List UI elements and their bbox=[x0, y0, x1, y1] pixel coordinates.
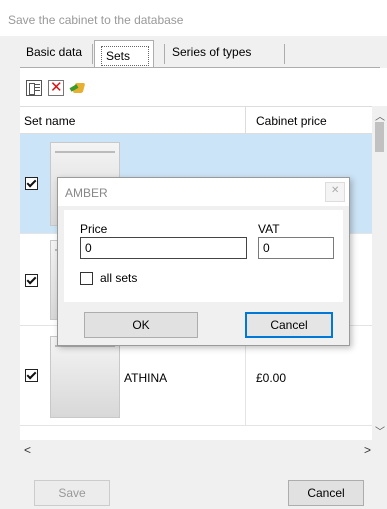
tab-divider bbox=[164, 44, 165, 64]
window-title: Save the cabinet to the database bbox=[8, 13, 184, 27]
dialog-body: Price VAT all sets bbox=[64, 210, 343, 302]
window-titlebar: Save the cabinet to the database bbox=[0, 0, 387, 36]
vat-label: VAT bbox=[258, 222, 280, 236]
scroll-left-icon[interactable]: < bbox=[24, 443, 31, 457]
vertical-scrollbar[interactable]: ︿ ﹀ bbox=[372, 106, 387, 440]
price-dialog: AMBER Price VAT all sets OK Cancel bbox=[57, 177, 350, 346]
all-sets-checkbox[interactable] bbox=[80, 272, 93, 285]
column-divider bbox=[245, 107, 246, 135]
row-checkbox[interactable] bbox=[25, 177, 38, 190]
tab-series-of-types[interactable]: Series of types bbox=[166, 40, 284, 66]
column-header-set-name[interactable]: Set name bbox=[24, 114, 75, 128]
scroll-up-icon[interactable]: ︿ bbox=[375, 108, 385, 123]
tab-divider bbox=[284, 44, 285, 64]
dialog-cancel-button[interactable]: Cancel bbox=[245, 312, 333, 338]
table-row[interactable] bbox=[20, 426, 372, 440]
scroll-down-icon[interactable]: ﹀ bbox=[375, 423, 385, 438]
cabinet-price: £0.00 bbox=[256, 371, 287, 385]
dialog-title: AMBER bbox=[65, 186, 108, 200]
close-icon[interactable] bbox=[325, 182, 345, 202]
all-sets-label[interactable]: all sets bbox=[100, 271, 137, 285]
tab-divider bbox=[92, 44, 93, 64]
delete-icon[interactable] bbox=[48, 78, 64, 96]
select-all-icon[interactable] bbox=[26, 80, 42, 96]
horizontal-scrollbar[interactable]: < > bbox=[20, 440, 387, 460]
column-header-cabinet-price[interactable]: Cabinet price bbox=[256, 114, 327, 128]
price-field[interactable] bbox=[80, 237, 247, 259]
tab-sets-label: Sets bbox=[101, 46, 149, 66]
grid-header: Set name Cabinet price bbox=[20, 106, 372, 135]
row-checkbox[interactable] bbox=[25, 369, 38, 382]
vat-field[interactable] bbox=[258, 237, 334, 259]
tab-strip: Basic data Sets Series of types bbox=[0, 36, 387, 68]
row-checkbox[interactable] bbox=[25, 274, 38, 287]
price-label: Price bbox=[80, 222, 108, 236]
scrollbar-thumb[interactable] bbox=[375, 122, 384, 152]
scroll-right-icon[interactable]: > bbox=[364, 443, 371, 457]
tab-basic-data[interactable]: Basic data bbox=[20, 40, 92, 66]
cabinet-thumbnail bbox=[50, 336, 120, 418]
dialog-titlebar: AMBER bbox=[58, 178, 349, 206]
refresh-icon[interactable] bbox=[70, 80, 86, 96]
cancel-button[interactable]: Cancel bbox=[288, 480, 364, 506]
set-name: ATHINA bbox=[124, 371, 168, 385]
tab-sets[interactable]: Sets bbox=[94, 40, 154, 68]
ok-button[interactable]: OK bbox=[84, 312, 198, 338]
save-button[interactable]: Save bbox=[34, 480, 110, 506]
